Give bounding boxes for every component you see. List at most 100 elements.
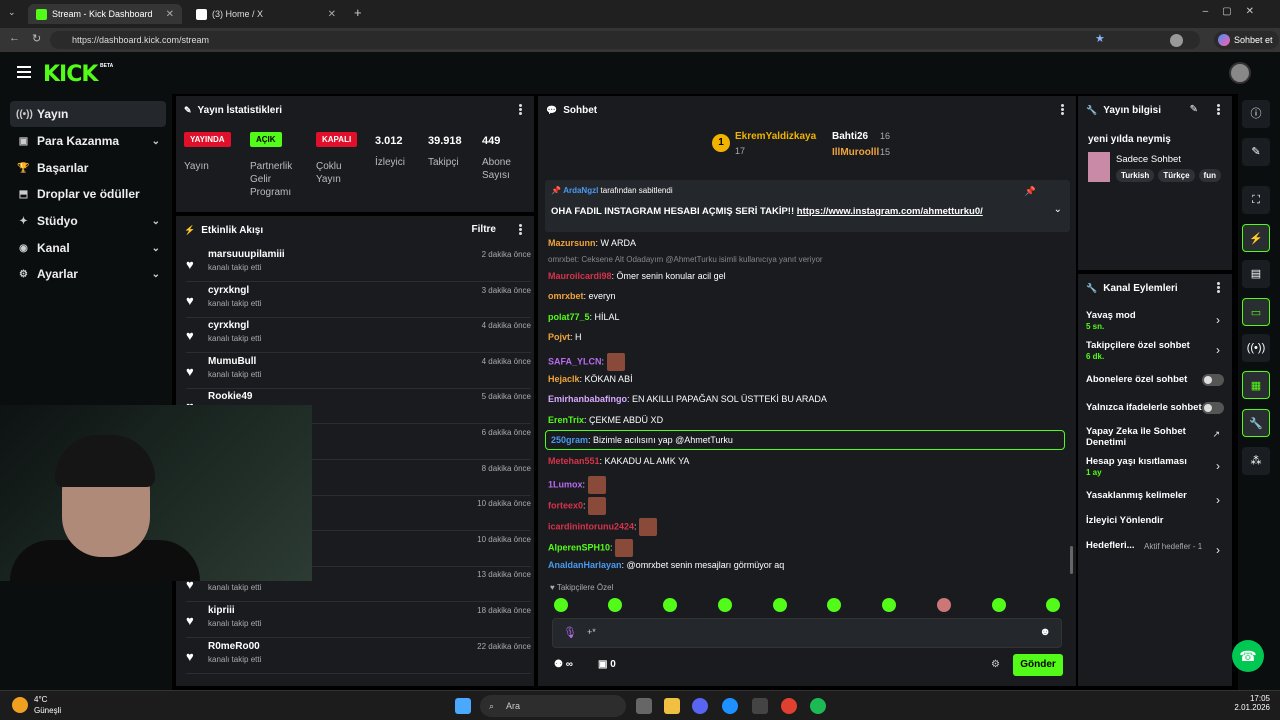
sidebar-item-droplar[interactable]: ⬒ Droplar ve ödüller [10, 181, 166, 207]
emote-button[interactable] [554, 598, 568, 612]
expand-chevron-icon[interactable]: ⌄ [1054, 204, 1062, 215]
leader-name[interactable]: EkremYaldizkaya [735, 131, 816, 142]
more-options-icon[interactable] [1061, 104, 1064, 116]
channel-action-row[interactable]: Yasaklanmış kelimeler [1086, 490, 1228, 501]
chat-username[interactable]: Hejaclk [548, 374, 580, 384]
chat-message[interactable]: omrxbet: everyn [548, 291, 616, 301]
tab-kick-dashboard[interactable]: Stream - Kick Dashboard ✕ [28, 4, 182, 24]
dashboard-icon[interactable]: ▦ [1242, 371, 1270, 399]
weather-icon[interactable] [12, 697, 28, 713]
chevron-right-icon[interactable]: › [1216, 343, 1220, 357]
activity-row[interactable]: ♥ marsuuupilamiii kanalı takip etti 2 dakik… [186, 246, 531, 282]
clock[interactable]: 17:05 2.01.2026 [1226, 694, 1270, 712]
emote-button[interactable] [663, 598, 677, 612]
menu-icon[interactable] [17, 66, 31, 81]
chevron-right-icon[interactable]: › [1216, 543, 1220, 557]
chat-message[interactable]: Metehan551: KAKADU AL AMK YA [548, 456, 689, 466]
chat-message[interactable]: AnaldanHarlayan: @omrxbet senin mesajlar… [548, 560, 784, 570]
emote-button[interactable] [937, 598, 951, 612]
support-chat-icon[interactable]: ☎ [1232, 640, 1264, 672]
leader-name[interactable]: Bahti26 [832, 131, 868, 142]
chat-message[interactable]: forteex0: [548, 497, 607, 515]
start-icon[interactable] [455, 698, 471, 714]
chat-username[interactable]: SAFA_YLCN [548, 356, 602, 366]
toggle-switch[interactable] [1202, 402, 1224, 414]
user-avatar[interactable] [1229, 62, 1251, 84]
close-tab-icon[interactable]: ✕ [328, 9, 336, 20]
more-options-icon[interactable] [519, 104, 522, 116]
back-icon[interactable]: ← [9, 32, 20, 44]
info-icon[interactable]: ⓘ [1242, 100, 1270, 128]
chat-username[interactable]: ErenTrix [548, 415, 584, 425]
edge-icon[interactable] [722, 698, 738, 714]
chat-username[interactable]: AlperenSPH10 [548, 542, 610, 552]
chrome-icon[interactable] [781, 698, 797, 714]
send-button[interactable]: Gönder [1013, 654, 1063, 676]
category-name[interactable]: Sadece Sohbet [1116, 154, 1181, 165]
spotify-icon[interactable] [810, 698, 826, 714]
tab-list-chevron-icon[interactable]: ⌄ [8, 7, 16, 18]
filter-button[interactable]: Filtre [472, 224, 496, 235]
chat-username[interactable]: 250gram [551, 435, 588, 445]
emote-button[interactable] [608, 598, 622, 612]
channel-points[interactable]: ⚉ ∞ [554, 659, 573, 670]
file-explorer-icon[interactable] [664, 698, 680, 714]
channel-action-row[interactable]: Yapay Zeka ile Sohbet Denetimi [1086, 426, 1228, 448]
activity-row[interactable]: ♥ R0meRo00 kanalı takip etti 22 dakika önce [186, 638, 531, 674]
chat-username[interactable]: AnaldanHarlayan [548, 560, 622, 570]
channel-action-row[interactable]: Yavaş mod 5 sn. [1086, 310, 1228, 332]
reload-icon[interactable]: ↻ [32, 32, 41, 45]
activity-user[interactable]: R0meRo00 [208, 641, 260, 652]
sidebar-item-yayin[interactable]: ((•)) Yayın [10, 101, 166, 127]
chat-username[interactable]: Mazursunn [548, 238, 596, 248]
emote-button[interactable] [827, 598, 841, 612]
close-tab-icon[interactable]: ✕ [166, 9, 174, 20]
tag[interactable]: Turkish [1116, 169, 1155, 182]
chat-message[interactable]: icardinintorunu2424: [548, 518, 658, 536]
chevron-right-icon[interactable]: › [1216, 493, 1220, 507]
obs-icon[interactable] [752, 698, 768, 714]
treasure-counter[interactable]: ▣ 0 [598, 659, 616, 670]
emote-button[interactable] [992, 598, 1006, 612]
chat-username[interactable]: Mauroilcardi98 [548, 271, 612, 281]
activity-row[interactable]: ♥ MumuBull kanalı takip etti 4 dakika önce [186, 353, 531, 389]
document-icon[interactable]: ▤ [1242, 260, 1270, 288]
chat-message[interactable]: Hejaclk: KÖKAN ABİ [548, 374, 633, 384]
emote-button[interactable] [1046, 598, 1060, 612]
wrench-icon[interactable]: 🔧 [1242, 409, 1270, 437]
chat-message[interactable]: ErenTrix: ÇEKME ABDÜ XD [548, 415, 663, 425]
lightning-icon[interactable]: ⚡ [1242, 224, 1270, 252]
url-field[interactable]: https://dashboard.kick.com/stream [50, 31, 1200, 49]
chat-username[interactable]: Metehan551 [548, 456, 600, 466]
channel-action-row[interactable]: Takipçilere özel sohbet 6 dk. [1086, 340, 1228, 362]
activity-user[interactable]: MumuBull [208, 356, 256, 367]
chat-message[interactable]: 250gram: Bizimle acılısını yap @AhmetTur… [545, 430, 1065, 450]
activity-user[interactable]: cyrxkngl [208, 285, 249, 296]
activity-user[interactable]: marsuuupilamiii [208, 249, 285, 260]
chat-message[interactable]: polat77_5: HİLAL [548, 312, 620, 322]
chevron-right-icon[interactable]: › [1216, 313, 1220, 327]
pinned-link[interactable]: https://www.instagram.com/ahmetturku0/ [797, 206, 983, 217]
activity-row[interactable]: ♥ cyrxkngl kanalı takip etti 3 dakika önce [186, 282, 531, 318]
chat-username[interactable]: icardinintorunu2424 [548, 521, 634, 531]
tag[interactable]: fun [1198, 169, 1221, 182]
more-options-icon[interactable] [519, 224, 522, 236]
more-options-icon[interactable] [1217, 104, 1220, 116]
chat-message[interactable]: Mazursunn: W ARDA [548, 238, 636, 248]
emote-button[interactable] [718, 598, 732, 612]
tab-x-home[interactable]: (3) Home / X ✕ [188, 4, 344, 24]
capture-icon[interactable]: ⛶ [1242, 186, 1270, 214]
sidebar-item-basarilar[interactable]: 🏆 Başarılar [10, 155, 166, 181]
sidebar-item-studyo[interactable]: ✦ Stüdyo ⌄ [10, 208, 166, 234]
chat-message[interactable]: Pojvt: H [548, 332, 582, 342]
new-tab-button[interactable]: + [354, 5, 362, 20]
chat-username[interactable]: Pojvt [548, 332, 570, 342]
channel-action-row[interactable]: Hedefleri... Aktif hedefler - 1 [1086, 540, 1228, 551]
chat-message[interactable]: 1Lumox: [548, 476, 606, 494]
leader-name[interactable]: IllMuroolll [832, 147, 879, 158]
sidebar-item-para-kazanma[interactable]: ▣ Para Kazanma ⌄ [10, 128, 166, 154]
kick-logo[interactable]: KICK [43, 62, 98, 87]
pinned-by-user[interactable]: ArdaNgzl [563, 186, 598, 195]
chat-message[interactable]: SAFA_YLCN: [548, 352, 625, 371]
toggle-switch[interactable] [1202, 374, 1224, 386]
